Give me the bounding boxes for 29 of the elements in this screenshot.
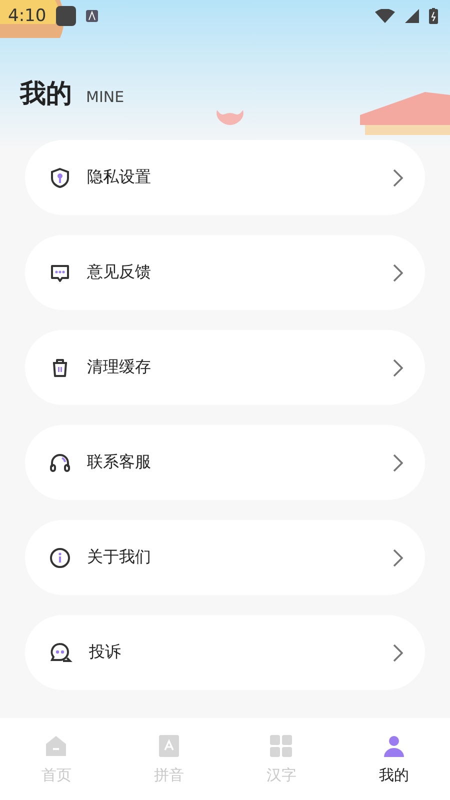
- status-time: 4:10: [8, 6, 46, 26]
- chevron-right-icon: [393, 454, 403, 472]
- menu-item[interactable]: 投诉: [25, 615, 425, 690]
- app-notification-icon: [86, 10, 98, 22]
- page-title: 我的: [20, 78, 72, 110]
- chevron-right-icon: [393, 264, 403, 282]
- menu-item[interactable]: 关于我们: [25, 520, 425, 595]
- notification-icon: [56, 6, 76, 26]
- letter-card-icon: [158, 734, 180, 758]
- person-icon: [382, 734, 406, 758]
- menu-item[interactable]: 清理缓存: [25, 330, 425, 405]
- chevron-right-icon: [393, 168, 403, 186]
- wifi-icon: [375, 9, 395, 23]
- battery-icon: [429, 8, 438, 24]
- menu-item[interactable]: 意见反馈: [25, 235, 425, 310]
- headphones-icon: [49, 452, 71, 474]
- info-icon: [49, 546, 71, 568]
- chevron-right-icon: [393, 548, 403, 566]
- menu-item[interactable]: 联系客服: [25, 425, 425, 500]
- chevron-right-icon: [393, 644, 403, 662]
- home-icon: [44, 734, 68, 758]
- chat-face-icon: [49, 642, 73, 664]
- tab[interactable]: 我的: [338, 718, 450, 800]
- menu-item[interactable]: 隐私设置: [25, 140, 425, 215]
- signal-icon: [405, 9, 419, 23]
- chevron-right-icon: [393, 358, 403, 376]
- shield-icon: [49, 166, 71, 188]
- grid-icon: [269, 734, 294, 758]
- page-subtitle: MINE: [86, 87, 124, 108]
